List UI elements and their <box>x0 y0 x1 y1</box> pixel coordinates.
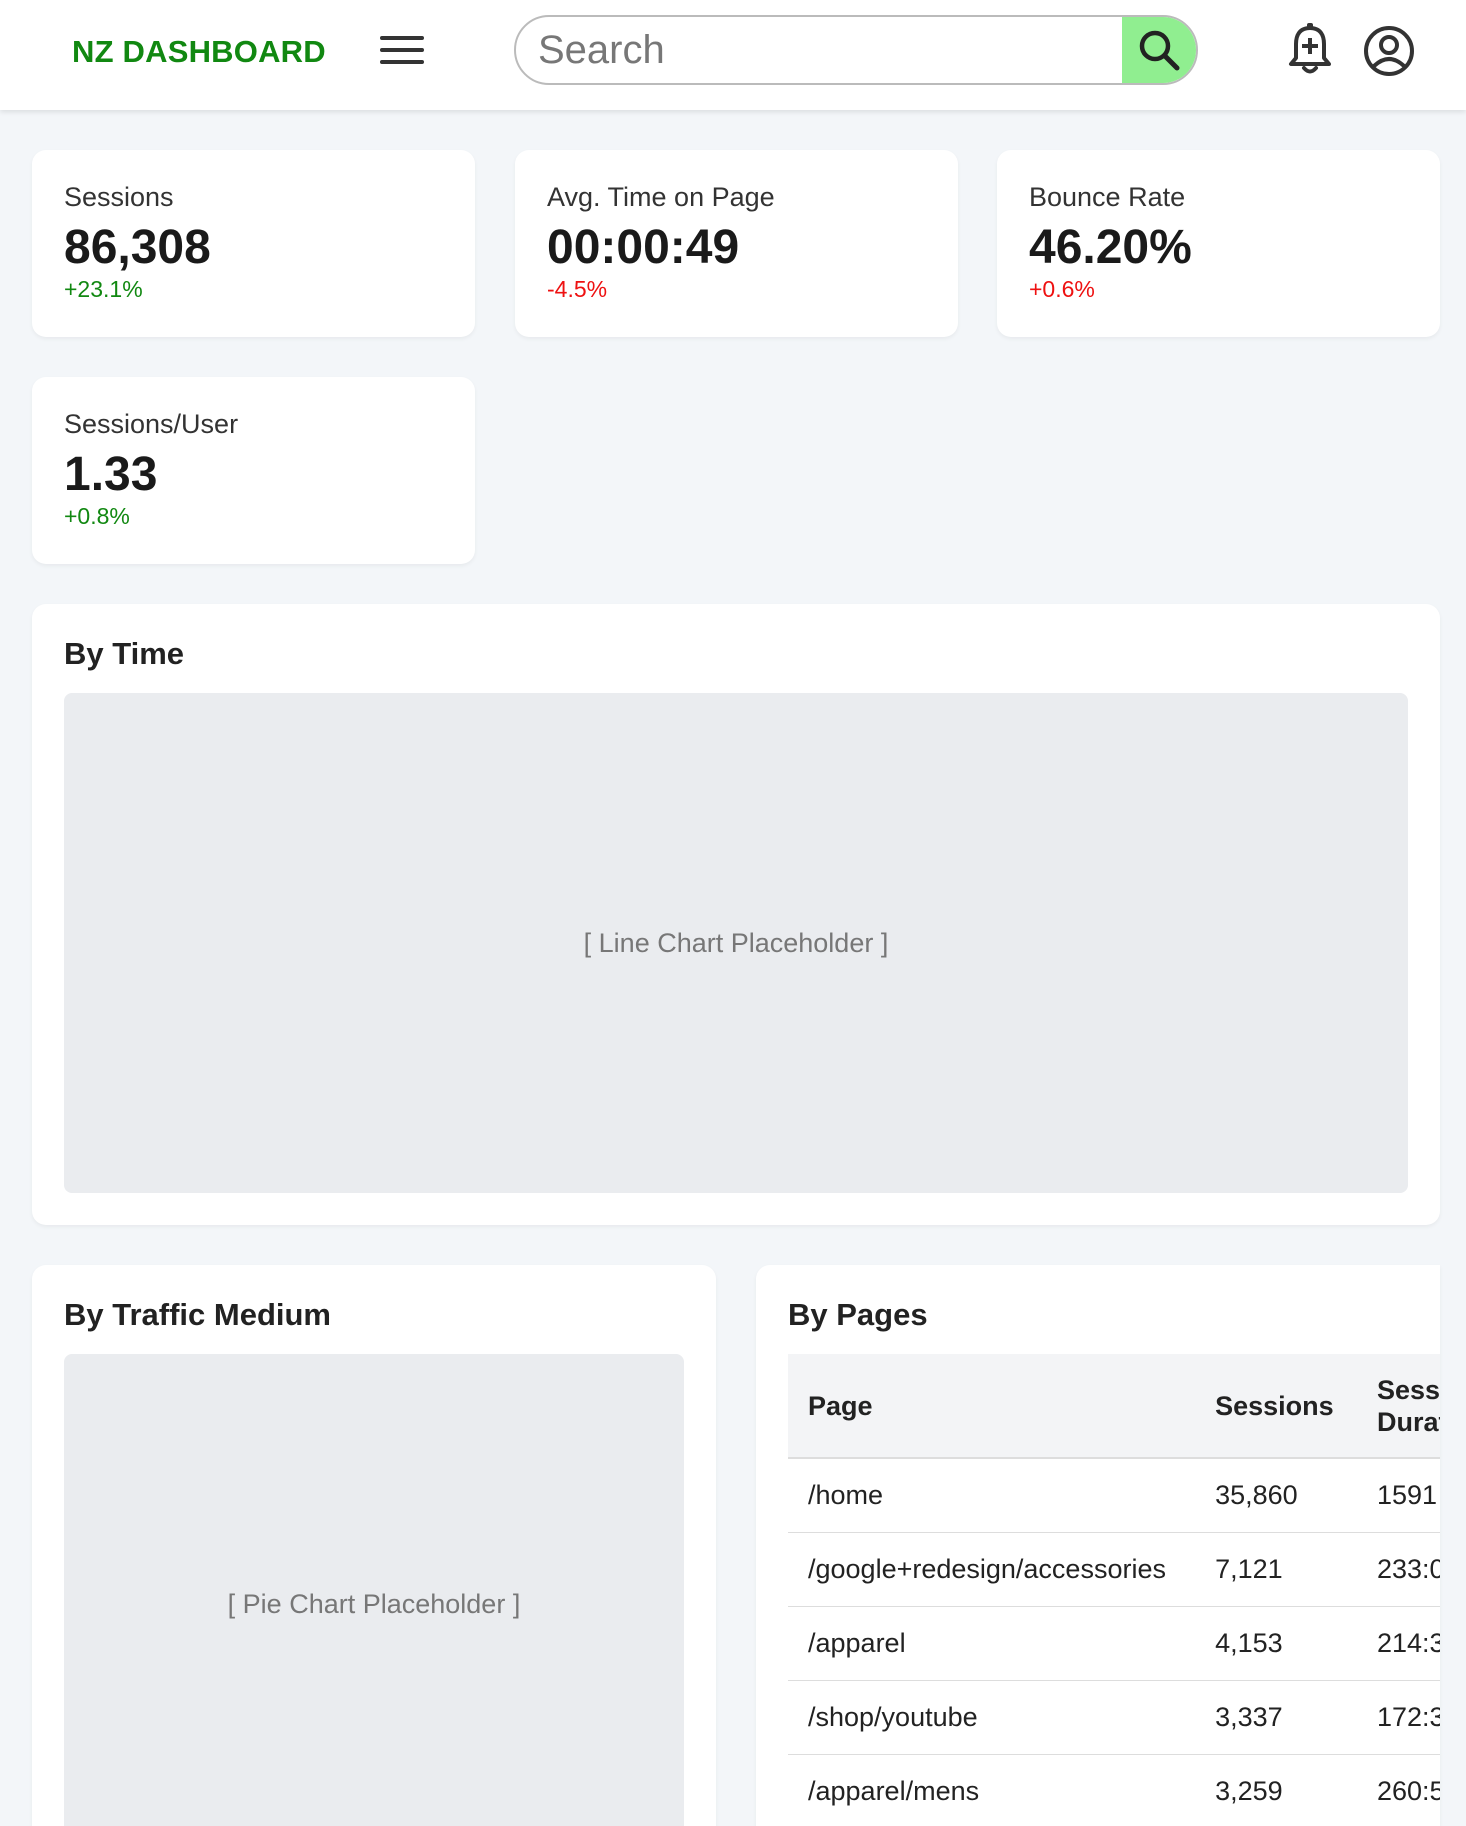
table-row[interactable]: /apparel 4,153 214:3 <box>788 1606 1440 1681</box>
section-title: By Pages <box>788 1297 928 1332</box>
cell-sessions: 4,153 <box>1195 1606 1357 1681</box>
cell-duration: 1591 <box>1356 1458 1440 1533</box>
column-header-page[interactable]: Page <box>788 1354 1196 1459</box>
table-row[interactable]: /home 35,860 1591 <box>788 1458 1440 1533</box>
table-header-row: Page Sessions Session Duration <box>788 1354 1440 1459</box>
top-header: NZ DASHBOARD <box>0 0 1466 110</box>
metric-label: Sessions/User <box>64 409 239 439</box>
brand-logo[interactable]: NZ DASHBOARD <box>72 34 326 70</box>
menu-toggle-button[interactable] <box>378 33 426 67</box>
table-row[interactable]: /google+redesign/accessories 7,121 233:0 <box>788 1532 1440 1607</box>
metric-value: 46.20% <box>1029 221 1192 274</box>
pie-chart-placeholder: [ Pie Chart Placeholder ] <box>64 1354 684 1826</box>
cell-page: /apparel <box>788 1606 1196 1681</box>
cell-duration: 172:3 <box>1356 1680 1440 1755</box>
cell-duration: 260:5 <box>1356 1754 1440 1826</box>
metric-card-bounce-rate: Bounce Rate 46.20% +0.6% <box>997 150 1440 337</box>
metric-value: 1.33 <box>64 448 158 501</box>
pages-table-container[interactable]: By Pages Page Sessions Session Duration … <box>756 1265 1440 1826</box>
section-title: By Traffic Medium <box>64 1297 331 1332</box>
cell-sessions: 3,337 <box>1195 1680 1357 1755</box>
column-header-sessions[interactable]: Sessions <box>1195 1354 1357 1459</box>
cell-page: /google+redesign/accessories <box>788 1532 1196 1607</box>
metric-change: +23.1% <box>64 276 143 302</box>
metric-change: -4.5% <box>547 276 608 302</box>
metric-label: Avg. Time on Page <box>547 182 775 212</box>
cell-page: /apparel/mens <box>788 1754 1196 1826</box>
table-row[interactable]: /apparel/mens 3,259 260:5 <box>788 1754 1440 1826</box>
cell-sessions: 3,259 <box>1195 1754 1357 1826</box>
search-icon <box>1139 30 1180 71</box>
notifications-button[interactable] <box>1286 22 1334 78</box>
metric-value: 86,308 <box>64 221 211 274</box>
user-circle-icon <box>1364 26 1414 76</box>
search-input[interactable] <box>516 17 1126 83</box>
column-header-session-duration[interactable]: Session Duration <box>1356 1354 1440 1459</box>
cell-duration: 233:0 <box>1356 1532 1440 1607</box>
table-row[interactable]: /shop/youtube 3,337 172:3 <box>788 1680 1440 1755</box>
metric-card-sessions: Sessions 86,308 +23.1% <box>32 150 475 337</box>
user-profile-button[interactable] <box>1362 24 1416 78</box>
menu-icon <box>380 36 424 40</box>
metric-change: +0.6% <box>1029 276 1095 302</box>
metric-value: 00:00:49 <box>547 221 740 274</box>
by-time-panel: By Time [ Line Chart Placeholder ] <box>32 604 1440 1225</box>
section-title: By Time <box>64 636 185 671</box>
bell-plus-icon <box>1289 23 1331 74</box>
cell-sessions: 35,860 <box>1195 1458 1357 1533</box>
search-button[interactable] <box>1122 17 1196 83</box>
pages-table: Page Sessions Session Duration /home 35,… <box>788 1354 1440 1826</box>
cell-page: /shop/youtube <box>788 1680 1196 1755</box>
metric-change: +0.8% <box>64 503 130 529</box>
cell-page: /home <box>788 1458 1196 1533</box>
search-bar <box>514 15 1198 85</box>
by-traffic-medium-panel: By Traffic Medium [ Pie Chart Placeholde… <box>32 1265 716 1826</box>
metric-label: Bounce Rate <box>1029 182 1186 212</box>
metric-label: Sessions <box>64 182 174 212</box>
cell-duration: 214:3 <box>1356 1606 1440 1681</box>
line-chart-placeholder: [ Line Chart Placeholder ] <box>64 693 1408 1193</box>
cell-sessions: 7,121 <box>1195 1532 1357 1607</box>
metric-card-avg-time-on-page: Avg. Time on Page 00:00:49 -4.5% <box>515 150 958 337</box>
metric-card-sessions-per-user: Sessions/User 1.33 +0.8% <box>32 377 475 564</box>
